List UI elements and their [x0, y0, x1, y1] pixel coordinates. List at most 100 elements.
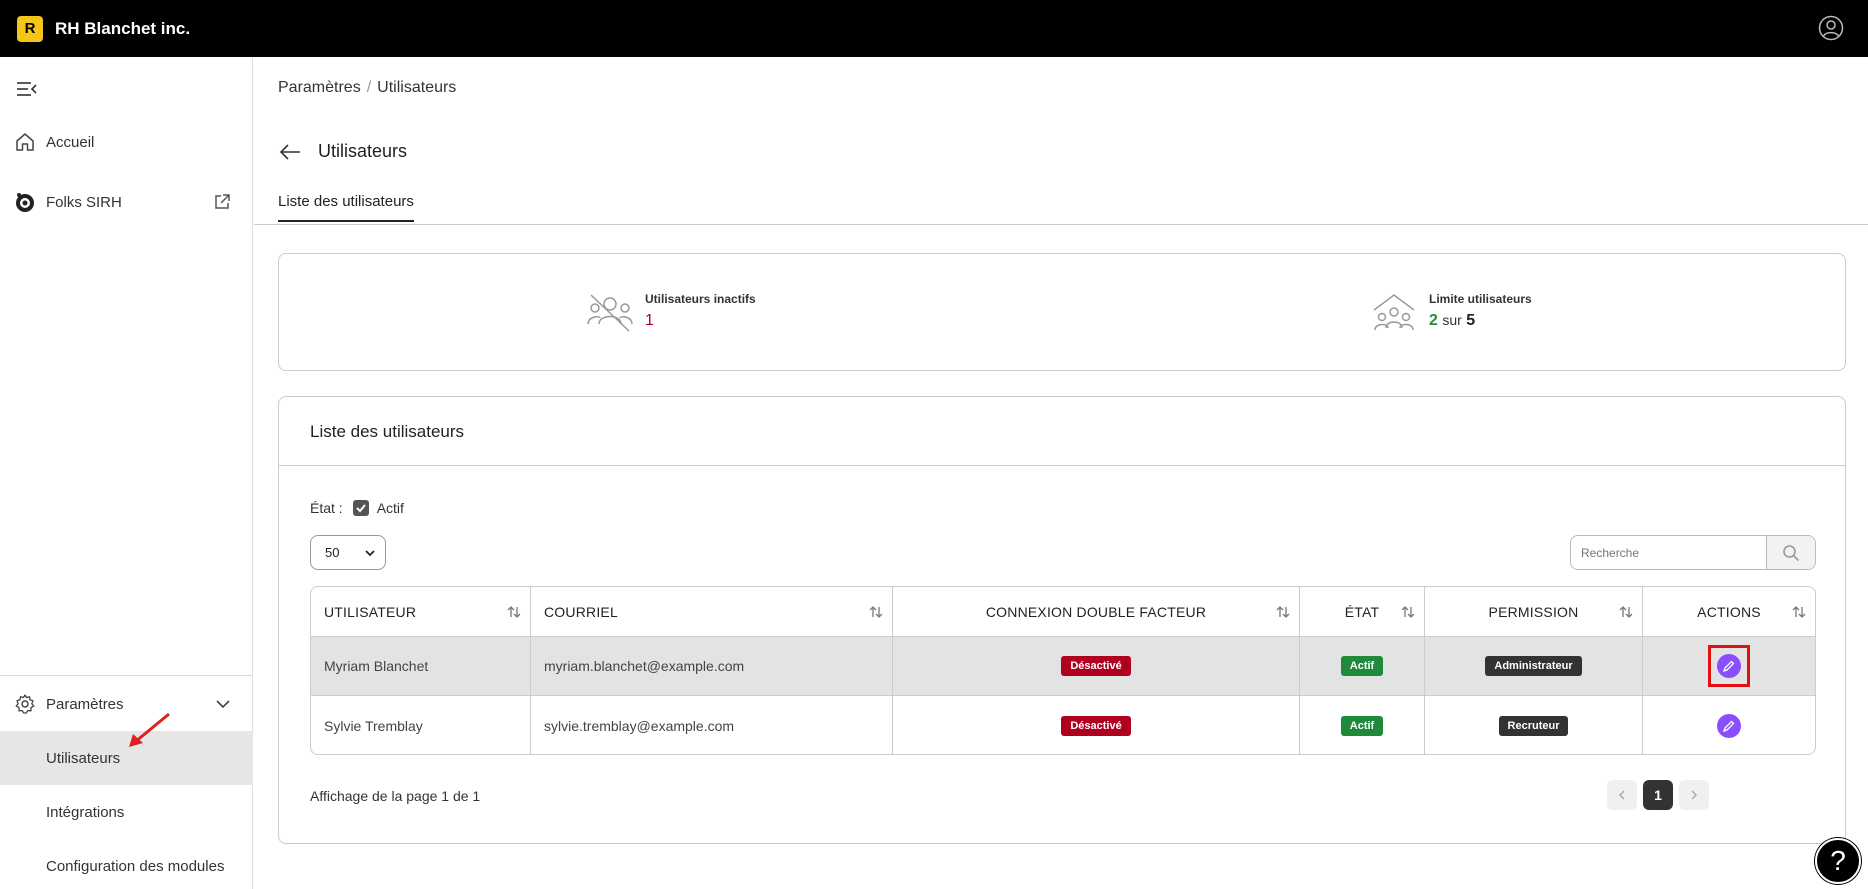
column-header-double-facteur[interactable]: CONNEXION DOUBLE FACTEUR	[893, 587, 1300, 636]
actif-checkbox[interactable]	[352, 500, 369, 516]
tab-liste-utilisateurs[interactable]: Liste des utilisateurs	[278, 193, 414, 222]
cell-user: Myriam Blanchet	[311, 637, 531, 695]
sidebar-item-accueil[interactable]: Accueil	[0, 119, 253, 165]
breadcrumb-separator: /	[366, 79, 372, 96]
list-header: Liste des utilisateurs	[279, 397, 1845, 466]
user-limit-icon	[1373, 294, 1415, 331]
cell-state: Actif	[1300, 696, 1425, 754]
stat-user-limit: Limite utilisateurs 2 sur 5	[1371, 292, 1532, 334]
column-header-utilisateur[interactable]: UTILISATEUR	[311, 587, 531, 636]
cell-twofa: Désactivé	[893, 637, 1300, 695]
list-title: Liste des utilisateurs	[310, 422, 465, 441]
twofa-badge: Désactivé	[1061, 715, 1131, 736]
sidebar-divider	[0, 675, 253, 676]
cell-actions	[1643, 696, 1815, 754]
filter-label: État :	[310, 500, 343, 516]
stat-value: 2 sur 5	[1429, 312, 1532, 330]
sort-icon[interactable]	[1275, 604, 1291, 620]
breadcrumb-parametres[interactable]: Paramètres	[278, 79, 361, 96]
edit-highlight	[1708, 645, 1750, 687]
page-title: Utilisateurs	[318, 141, 408, 161]
stats-card: Utilisateurs inactifs 1 Limite utilisate…	[278, 253, 1846, 371]
used-count: 2	[1429, 312, 1438, 329]
tab-divider	[254, 224, 1868, 225]
sort-icon[interactable]	[1618, 604, 1634, 620]
sidebar-subitem-label: Intégrations	[46, 803, 125, 821]
home-icon	[16, 133, 34, 151]
stat-label: Limite utilisateurs	[1429, 292, 1532, 306]
sidebar-item-label: Paramètres	[46, 695, 124, 713]
check-icon	[355, 504, 366, 513]
table-header-row: UTILISATEUR COURRIEL CONNEXION DOUBLE FA…	[311, 587, 1815, 637]
chevron-right-icon	[1691, 790, 1698, 800]
permission-badge: Administrateur	[1485, 656, 1582, 676]
cell-email: sylvie.tremblay@example.com	[531, 696, 893, 754]
cell-user: Sylvie Tremblay	[311, 696, 531, 754]
prev-page-button[interactable]	[1607, 780, 1637, 810]
annotation-arrow-icon	[129, 712, 170, 747]
search-box	[1570, 535, 1816, 570]
help-button[interactable]: ?	[1815, 838, 1861, 884]
stat-label: Utilisateurs inactifs	[645, 292, 756, 306]
table-row[interactable]: Myriam Blanchet myriam.blanchet@example.…	[311, 637, 1815, 696]
permission-badge: Recruteur	[1498, 715, 1569, 736]
cell-permission: Recruteur	[1425, 696, 1643, 754]
status-badge: Actif	[1340, 656, 1384, 676]
sidebar-subitem-integrations[interactable]: Intégrations	[0, 785, 253, 839]
column-header-actions[interactable]: ACTIONS	[1643, 587, 1815, 636]
main-content: Paramètres / Utilisateurs Utilisateurs Lis…	[254, 57, 1868, 889]
back-arrow-icon[interactable]	[278, 142, 302, 162]
account-icon[interactable]	[1818, 15, 1844, 41]
chevron-down-icon	[216, 700, 230, 709]
column-header-etat[interactable]: ÉTAT	[1300, 587, 1425, 636]
breadcrumb: Paramètres / Utilisateurs	[278, 79, 456, 97]
cell-email: myriam.blanchet@example.com	[531, 637, 893, 695]
collapse-menu-icon[interactable]	[16, 79, 38, 99]
company-name: RH Blanchet inc.	[55, 18, 191, 38]
page-button-current[interactable]: 1	[1643, 780, 1673, 810]
users-table: UTILISATEUR COURRIEL CONNEXION DOUBLE FA…	[310, 586, 1816, 755]
gear-icon	[15, 694, 35, 714]
max-count: 5	[1466, 312, 1476, 329]
chevron-left-icon	[1618, 790, 1625, 800]
status-badge: Actif	[1340, 715, 1384, 736]
sidebar-subitem-configuration-modules[interactable]: Configuration des modules	[0, 839, 253, 889]
stat-value: 1	[645, 312, 654, 329]
cell-twofa: Désactivé	[893, 696, 1300, 754]
page-size-select[interactable]: 50	[310, 535, 386, 570]
company-logo[interactable]: R	[17, 15, 43, 42]
sidebar-subitem-label: Utilisateurs	[46, 749, 121, 767]
edit-user-button[interactable]	[1717, 713, 1741, 738]
pagination-info: Affichage de la page 1 de 1	[310, 788, 481, 804]
sidebar-item-folks-sirh[interactable]: Folks SIRH	[0, 179, 253, 225]
search-button[interactable]	[1767, 536, 1815, 569]
sidebar-item-label: Folks SIRH	[46, 193, 122, 211]
breadcrumb-current: Utilisateurs	[377, 79, 457, 96]
sidebar-item-label: Accueil	[46, 133, 95, 151]
folks-logo-icon	[16, 193, 34, 212]
sort-icon[interactable]	[1791, 604, 1807, 620]
sur-label: sur	[1442, 312, 1462, 328]
top-bar: R RH Blanchet inc.	[0, 0, 1868, 57]
sidebar: Accueil Folks SIRH Paramètres Utilisateu…	[0, 57, 253, 889]
pencil-icon	[1722, 660, 1735, 673]
sort-icon[interactable]	[1400, 604, 1416, 620]
search-icon	[1783, 544, 1800, 561]
inactive-users-icon	[587, 294, 633, 332]
page-header: Utilisateurs	[278, 141, 407, 162]
column-header-courriel[interactable]: COURRIEL	[531, 587, 893, 636]
cell-actions	[1643, 637, 1815, 695]
filter-option-label[interactable]: Actif	[377, 500, 404, 516]
stat-inactive-users: Utilisateurs inactifs 1	[587, 292, 756, 334]
next-page-button[interactable]	[1679, 780, 1709, 810]
sort-icon[interactable]	[868, 604, 884, 620]
column-header-permission[interactable]: PERMISSION	[1425, 587, 1643, 636]
pencil-icon	[1722, 720, 1735, 732]
edit-user-button[interactable]	[1717, 654, 1741, 678]
twofa-badge: Désactivé	[1061, 656, 1131, 676]
table-row[interactable]: Sylvie Tremblay sylvie.tremblay@example.…	[311, 696, 1815, 754]
sort-icon[interactable]	[506, 604, 522, 620]
page-size-value: 50	[325, 545, 340, 560]
chevron-down-icon	[365, 550, 375, 557]
search-input[interactable]	[1571, 536, 1767, 569]
